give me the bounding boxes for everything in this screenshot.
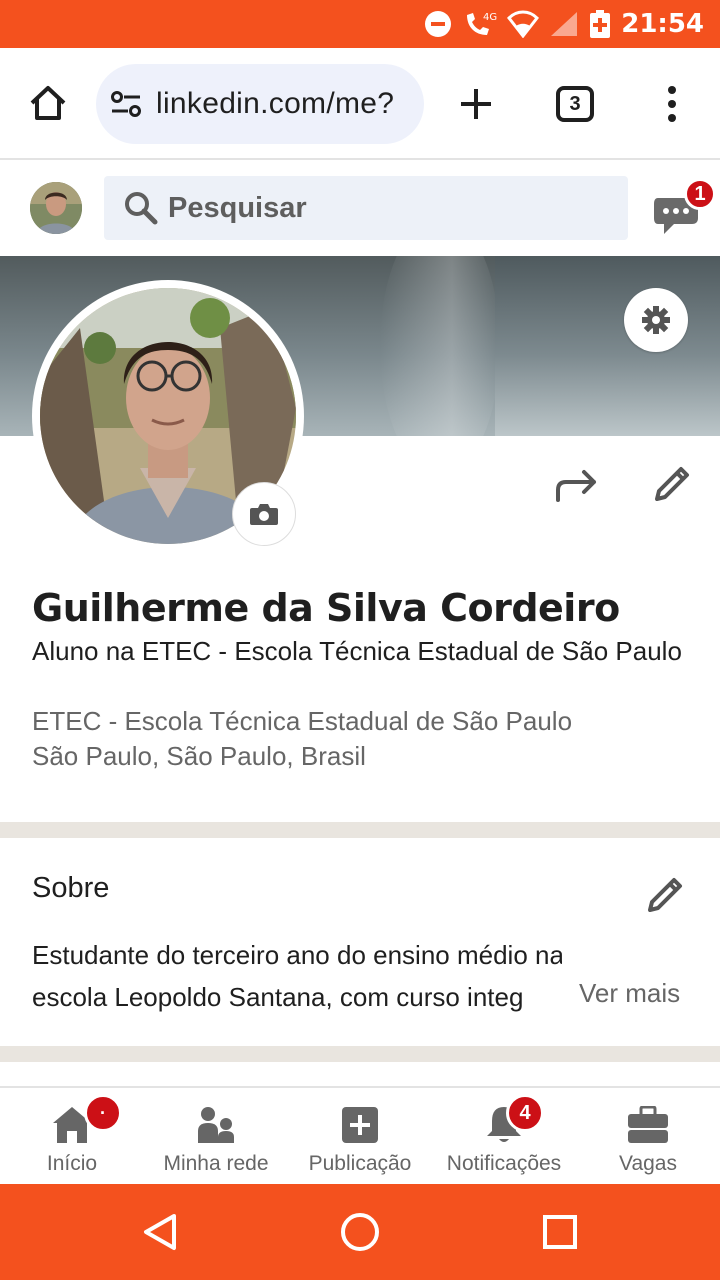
linkedin-header: Pesquisar 1	[0, 162, 720, 256]
nav-label: Publicação	[308, 1152, 412, 1175]
post-icon	[342, 1107, 378, 1143]
nav-label: Início	[46, 1152, 98, 1175]
back-button[interactable]	[136, 1208, 184, 1256]
browser-toolbar: linkedin.com/me? 3	[0, 48, 720, 160]
tab-switcher-button[interactable]: 3	[556, 86, 594, 122]
bottom-nav: Início · Minha rede Publicação Notificaç…	[0, 1086, 720, 1184]
recents-square-icon	[543, 1215, 577, 1249]
messaging-button[interactable]: 1	[650, 178, 716, 242]
signal-icon	[549, 10, 579, 38]
url-bar[interactable]: linkedin.com/me?	[96, 64, 424, 144]
new-tab-button[interactable]	[446, 74, 506, 134]
settings-button[interactable]	[624, 288, 688, 352]
edit-profile-button[interactable]	[646, 456, 698, 512]
share-profile-button[interactable]	[550, 462, 604, 510]
change-photo-button[interactable]	[232, 482, 296, 546]
home-nav-button[interactable]	[336, 1208, 384, 1256]
do-not-disturb-icon	[423, 9, 453, 39]
about-text: Estudante do terceiro ano do ensino médi…	[32, 934, 562, 1018]
nav-notifications[interactable]: Notificações 4	[432, 1088, 576, 1186]
search-icon	[125, 192, 158, 225]
call-4g-icon: 4G	[463, 9, 497, 39]
nav-my-network[interactable]: Minha rede	[144, 1088, 288, 1186]
nav-label: Vagas	[619, 1152, 677, 1175]
section-divider	[0, 822, 720, 838]
battery-icon	[589, 9, 611, 39]
search-input[interactable]: Pesquisar	[104, 176, 628, 240]
profile-headline: Aluno na ETEC - Escola Técnica Estadual …	[32, 636, 682, 666]
see-more-link[interactable]: Ver mais	[577, 978, 681, 1009]
browser-menu-button[interactable]	[650, 78, 694, 130]
about-title: Sobre	[32, 872, 110, 904]
nav-label: Minha rede	[163, 1152, 269, 1175]
site-settings-icon[interactable]	[110, 90, 142, 118]
status-time: 21:54	[621, 9, 704, 39]
about-line-1: Estudante do terceiro ano do ensino médi…	[32, 940, 562, 970]
nav-home[interactable]: Início ·	[0, 1088, 144, 1186]
more-vertical-icon	[668, 86, 676, 122]
header-avatar[interactable]	[30, 182, 82, 234]
messages-badge: 1	[684, 178, 716, 210]
pencil-icon	[648, 878, 682, 912]
home-outline-icon	[30, 86, 66, 120]
profile-name: Guilherme da Silva Cordeiro	[32, 586, 620, 630]
search-placeholder: Pesquisar	[168, 191, 307, 224]
camera-icon	[250, 504, 278, 525]
nav-post[interactable]: Publicação	[288, 1088, 432, 1186]
profile-location: São Paulo, São Paulo, Brasil	[32, 741, 366, 771]
network-icon	[198, 1107, 234, 1143]
profile-company[interactable]: ETEC - Escola Técnica Estadual de São Pa…	[32, 704, 572, 739]
recents-button[interactable]	[536, 1208, 584, 1256]
notifications-badge: 4	[506, 1094, 544, 1132]
wifi-icon	[507, 10, 540, 38]
home-button[interactable]	[0, 47, 96, 159]
pencil-icon	[655, 467, 689, 501]
url-text: linkedin.com/me?	[156, 87, 395, 120]
home-circle-icon	[341, 1213, 379, 1251]
nav-label: Notificações	[446, 1152, 562, 1175]
edit-about-button[interactable]	[640, 870, 690, 920]
about-line-2: escola Leopoldo Santana, com curso integ	[32, 982, 524, 1012]
share-arrow-icon	[556, 470, 596, 502]
plus-icon	[461, 89, 491, 119]
status-bar: 4G 21:54	[0, 0, 720, 48]
svg-text:4G: 4G	[483, 12, 497, 23]
section-divider	[0, 1046, 720, 1062]
nav-jobs[interactable]: Vagas	[576, 1088, 720, 1186]
briefcase-icon	[628, 1106, 668, 1143]
gear-icon	[642, 306, 670, 334]
home-badge: ·	[84, 1094, 122, 1132]
back-triangle-icon	[144, 1214, 176, 1250]
android-navigation-bar	[0, 1184, 720, 1280]
